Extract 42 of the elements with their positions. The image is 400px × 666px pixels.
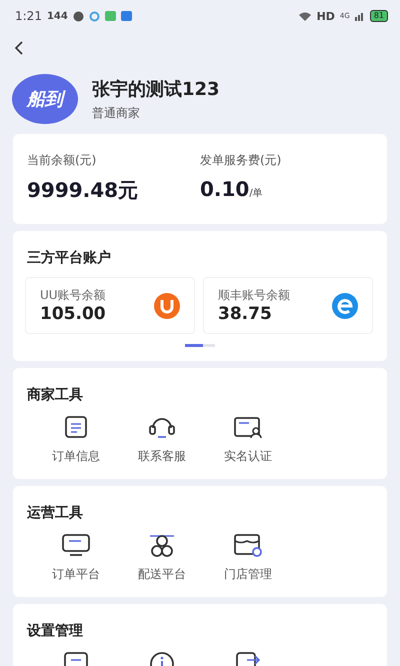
store-icon[interactable] [233,532,263,558]
cloud-notification-icon [88,10,100,22]
network-speed: 144 [46,10,68,22]
balance-value: 0.10 [200,177,250,201]
id-card-icon[interactable] [233,414,263,440]
store-avatar: 船到 [12,74,78,124]
section-title: 运营工具 [27,504,84,523]
network-type: HD [316,10,335,22]
courier-icon[interactable] [147,532,177,558]
monitor-icon[interactable] [61,532,91,558]
merchant-type: 普通商家 [92,104,141,122]
balance-label: 当前余额(元) [27,152,98,169]
back-icon[interactable] [14,41,24,55]
wifi-icon [298,11,312,21]
section-title: 设置管理 [27,622,84,641]
section-title: 三方平台账户 [27,248,112,268]
merchant-name: 张宇的测试123 [92,78,220,100]
battery-level: 81 [370,10,388,22]
account-label: UU账号余额 [40,287,106,304]
tool-label[interactable]: 订单信息 [52,448,100,465]
account-card[interactable]: 顺丰账号余额 38.75 [203,277,373,334]
signal-icon [354,11,365,21]
account-label: 顺丰账号余额 [218,287,290,304]
tool-label[interactable]: 订单平台 [52,566,100,583]
app-notification-icon [72,10,84,22]
tool-label[interactable]: 实名认证 [224,448,272,465]
account-balance: 38.75 [218,304,273,324]
balance-label: 发单服务费(元) [200,152,282,169]
account-balance: 105.00 [40,304,106,324]
unit-label: /单 [249,186,263,200]
tool-label[interactable]: 门店管理 [224,566,272,583]
message-notification-icon [104,11,116,21]
balance-value: 9999.48元 [27,177,138,204]
document-icon[interactable] [63,414,89,440]
status-time: 1:21 [15,9,42,23]
u-logo-icon [154,292,180,318]
e-logo-icon [332,292,358,318]
account-card[interactable]: UU账号余额 105.00 [25,277,195,334]
tool-label[interactable]: 配送平台 [138,566,186,583]
section-title: 商家工具 [27,386,84,405]
app-notification-icon [120,11,132,21]
tool-label[interactable]: 联系客服 [138,448,186,465]
